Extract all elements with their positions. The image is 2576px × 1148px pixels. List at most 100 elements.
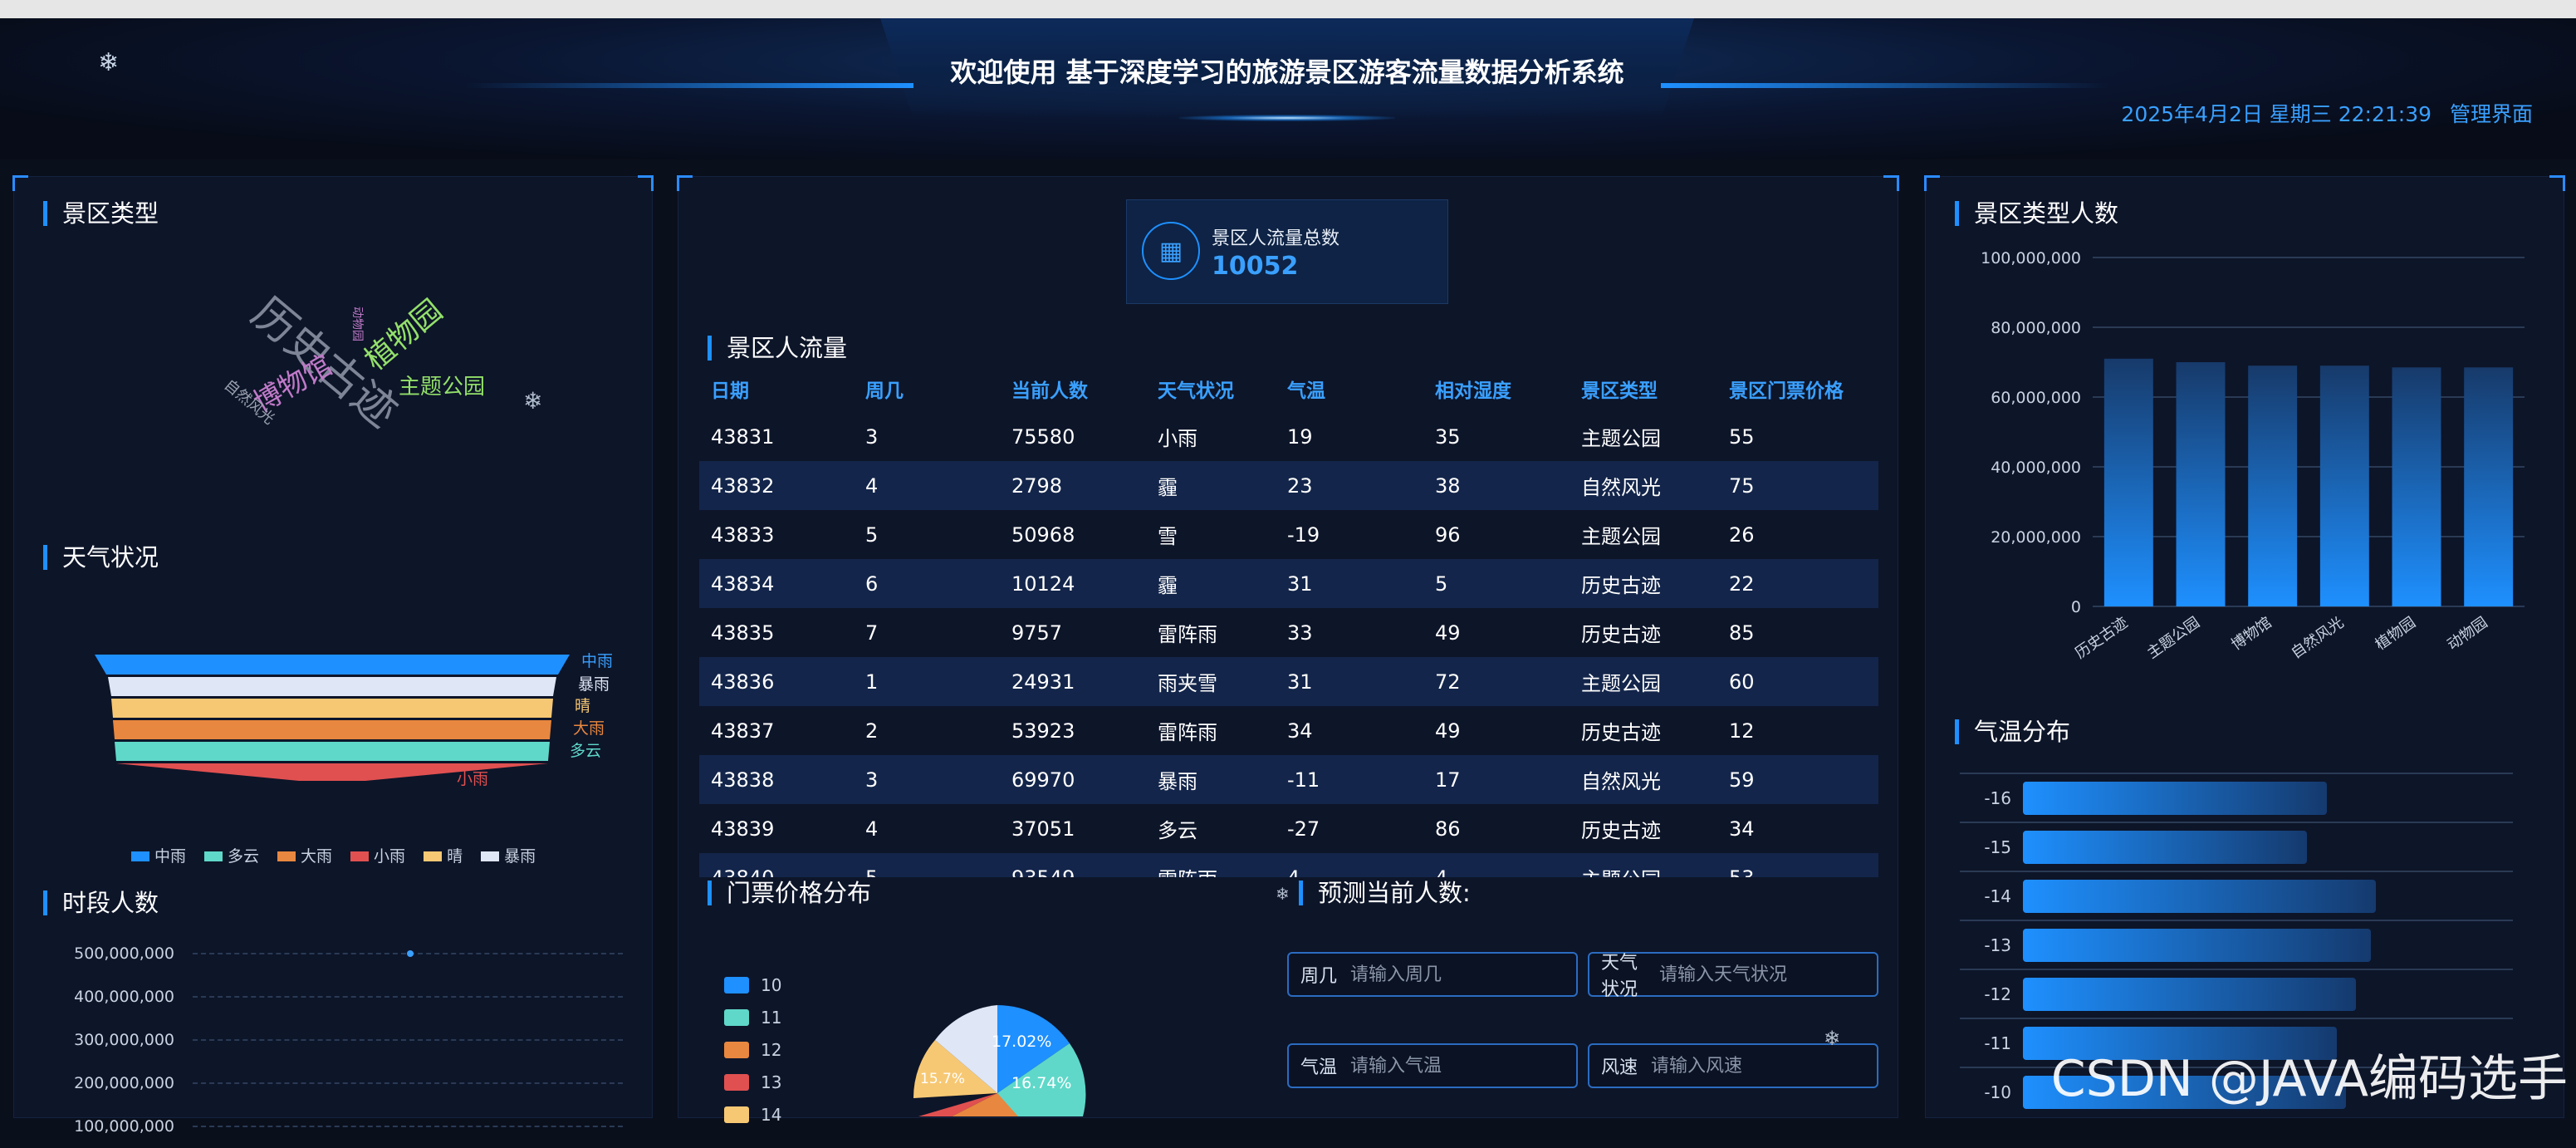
- predict-title: 预测当前人数:: [1299, 881, 1471, 905]
- x-tick-label: 博物馆: [2228, 614, 2275, 654]
- funnel-label: 大雨: [573, 719, 605, 738]
- table-cell: 38: [1435, 473, 1461, 498]
- table-header-cell[interactable]: 周几: [865, 375, 1011, 403]
- table-header-cell[interactable]: 当前人数: [1011, 375, 1158, 403]
- table-cell: 85: [1729, 621, 1755, 645]
- weekday-field[interactable]: 周几: [1287, 952, 1578, 997]
- pie-label: 17.02%: [992, 1033, 1051, 1051]
- table-row[interactable]: 43832 4 2798 霾 23 38 自然风光 75: [699, 461, 1878, 510]
- temp-row: -16: [1960, 773, 2513, 822]
- legend-item[interactable]: 大雨: [277, 844, 332, 866]
- temp-label: -11: [1984, 1033, 2011, 1053]
- table-cell: 小雨: [1158, 427, 1197, 450]
- x-tick-label: 植物园: [2373, 614, 2419, 654]
- table-row[interactable]: 43834 6 10124 霾 31 5 历史古迹 22: [699, 559, 1878, 608]
- table-cell: 34: [1287, 719, 1313, 743]
- legend-item[interactable]: 中雨: [131, 844, 186, 866]
- weather-field[interactable]: 天气状况: [1588, 952, 1878, 1000]
- page-title: 欢迎使用 基于深度学习的旅游景区游客流量数据分析系统: [950, 56, 1624, 88]
- table-cell: 43834: [711, 572, 775, 596]
- table-header-cell[interactable]: 气温: [1287, 375, 1435, 403]
- table-cell: 75: [1729, 473, 1755, 498]
- bar: [2248, 365, 2298, 606]
- temp-row: -12: [1960, 969, 2513, 1018]
- table-header-cell[interactable]: 景区类型: [1581, 375, 1729, 403]
- total-flow-label: 景区人流量总数: [1212, 228, 1340, 249]
- table-cell: 自然风光: [1581, 770, 1661, 793]
- corner-decoration: [677, 175, 693, 191]
- table-cell: 自然风光: [1581, 476, 1661, 499]
- y-tick-row: 400,000,000: [50, 975, 623, 1018]
- weather-input[interactable]: [1658, 963, 1877, 986]
- temp-label: -12: [1984, 984, 2011, 1004]
- table-cell: 5: [1435, 572, 1448, 596]
- table-cell: 72: [1435, 670, 1461, 694]
- legend-item[interactable]: 12: [724, 1033, 781, 1066]
- table-header-cell[interactable]: 相对湿度: [1435, 375, 1581, 403]
- header-datetime-area: 2025年4月2日 星期三 22:21:39 管理界面: [2121, 98, 2533, 128]
- y-tick-row: 500,000,000: [50, 932, 623, 975]
- table-row[interactable]: 43840593549雷阵雨44主题公园53: [699, 853, 1878, 877]
- header-line-left: [465, 83, 913, 88]
- temperature-input[interactable]: [1349, 1054, 1569, 1077]
- legend-item[interactable]: 11: [724, 1001, 781, 1033]
- legend-item[interactable]: 晴: [424, 844, 463, 866]
- table-cell: 3: [865, 768, 879, 792]
- table-row[interactable]: 43831 3 75580 小雨 19 35 主题公园 55: [699, 412, 1878, 461]
- table-cell: 53: [1729, 866, 1862, 878]
- table-cell: 34: [1729, 817, 1755, 841]
- snowflake-icon: ❄: [1276, 884, 1290, 904]
- wordcloud-word: 主题公园: [399, 375, 486, 400]
- temperature-field[interactable]: 气温: [1287, 1043, 1578, 1088]
- bar: [2176, 362, 2226, 606]
- table-cell: 霾: [1158, 574, 1178, 597]
- snowflake-icon: ❄: [523, 387, 543, 415]
- table-row[interactable]: 43837 2 53923 雷阵雨 34 49 历史古迹 12: [699, 706, 1878, 755]
- table-cell: 69970: [1011, 768, 1075, 792]
- legend-item[interactable]: 小雨: [350, 844, 405, 866]
- table-row[interactable]: 43833 5 50968 雪 -19 96 主题公园 26: [699, 510, 1878, 559]
- header-line-right: [1661, 83, 2109, 88]
- table-cell: 多云: [1158, 819, 1197, 842]
- table-cell: 43839: [711, 817, 775, 841]
- table-cell: 2: [865, 719, 879, 743]
- pie-label: 16.74%: [1011, 1074, 1071, 1092]
- table-header-cell[interactable]: 景区门票价格: [1729, 375, 1862, 403]
- scenic-type-title: 景区类型: [43, 201, 159, 226]
- table-cell: 4: [865, 473, 879, 498]
- table-cell: 26: [1729, 522, 1755, 547]
- table-cell: 43840: [699, 866, 865, 878]
- table-header-cell[interactable]: 日期: [699, 375, 865, 403]
- legend-item[interactable]: 13: [724, 1066, 781, 1098]
- legend-item[interactable]: 14: [724, 1098, 781, 1131]
- table-cell: 9757: [1011, 621, 1063, 645]
- funnel-label: 小雨: [457, 770, 488, 788]
- temp-row: -13: [1960, 920, 2513, 969]
- legend-item[interactable]: 暴雨: [481, 844, 536, 866]
- total-flow-value: 10052: [1212, 252, 1299, 281]
- table-cell: 19: [1287, 424, 1313, 449]
- table-cell: 暴雨: [1158, 770, 1197, 793]
- y-tick-label: 60,000,000: [1991, 389, 2081, 407]
- table-cell: 33: [1287, 621, 1313, 645]
- legend-item[interactable]: 10: [724, 969, 781, 1001]
- building-icon: ▦: [1142, 222, 1200, 280]
- wind-speed-field[interactable]: 风速: [1588, 1043, 1878, 1088]
- table-cell: 43836: [711, 670, 775, 694]
- admin-link[interactable]: 管理界面: [2450, 102, 2533, 126]
- y-tick-label: 100,000,000: [1981, 249, 2081, 267]
- table-row[interactable]: 43835 7 9757 雷阵雨 33 49 历史古迹 85: [699, 608, 1878, 657]
- temp-bar: [2023, 830, 2308, 864]
- funnel-segment: [113, 720, 551, 739]
- legend-item[interactable]: 多云: [204, 844, 259, 866]
- weekday-input[interactable]: [1349, 963, 1569, 986]
- table-row[interactable]: 43839 4 37051 多云 -27 86 历史古迹 34: [699, 804, 1878, 853]
- table-row[interactable]: 43838 3 69970 暴雨 -11 17 自然风光 59: [699, 755, 1878, 804]
- bar: [2319, 365, 2369, 606]
- bar: [2464, 367, 2514, 606]
- wind-speed-input[interactable]: [1649, 1054, 1869, 1077]
- table-row[interactable]: 43836 1 24931 雨夹雪 31 72 主题公园 60: [699, 657, 1878, 706]
- weather-field-label: 天气状况: [1601, 953, 1638, 1000]
- wordcloud: 历史古迹 博物馆 植物园 主题公园 自然风光 动物园: [216, 282, 548, 482]
- table-header-cell[interactable]: 天气状况: [1158, 375, 1287, 403]
